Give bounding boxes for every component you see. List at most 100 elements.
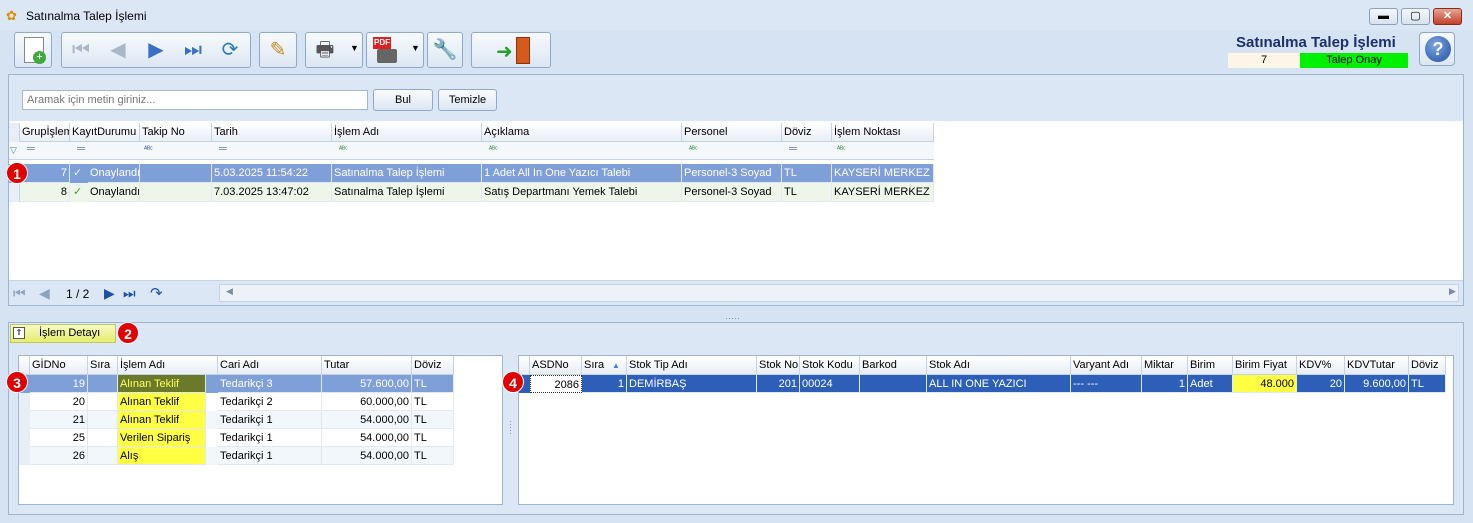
column-header[interactable]: KayıtDurumu: [70, 123, 140, 142]
minimize-button[interactable]: ▬: [1369, 8, 1398, 25]
cell-aciklama: 1 Adet All In One Yazıcı Talebi: [482, 164, 682, 183]
cell-doviz: TL: [412, 429, 454, 447]
filter-icon: ▽: [10, 145, 17, 155]
table-row[interactable]: 2086 1 DEMİRBAŞ 201 00024 ALL IN ONE YAZ…: [519, 375, 1446, 393]
equals-filter-icon: ═: [77, 143, 85, 155]
refresh-page-icon[interactable]: ↷: [150, 284, 163, 302]
find-button[interactable]: Bul: [373, 89, 433, 111]
table-row[interactable]: 7 ✓ Onaylandı 5.03.2025 11:54:22 Satınal…: [9, 164, 934, 183]
column-header[interactable]: Varyant Adı: [1071, 356, 1142, 375]
pdf-export-button[interactable]: PDF ▼: [366, 32, 424, 68]
column-header[interactable]: ASDNo: [530, 356, 582, 375]
table-row[interactable]: 26 Alış Tedarikçi 1 54.000,00 TL: [19, 447, 454, 465]
vertical-splitter-handle[interactable]: · · · · ·: [509, 417, 513, 438]
next-record-icon[interactable]: ▶: [139, 33, 173, 67]
cell-stok-tip: DEMİRBAŞ: [627, 375, 757, 393]
column-header[interactable]: Döviz: [782, 123, 832, 142]
collapse-icon[interactable]: ⇑: [13, 327, 25, 339]
column-header[interactable]: GİDNo: [30, 356, 88, 375]
print-icon: 🖶: [315, 39, 335, 61]
exit-button[interactable]: ➜: [471, 32, 551, 68]
column-header[interactable]: Sıra: [582, 356, 627, 375]
filter-row[interactable]: ▽ ═ ═ ᴬᴮᶜ ═ ᴬᴮᶜ ᴬᴮᶜ ᴬᴮᶜ ═ ᴬᴮᶜ: [9, 142, 934, 160]
column-header[interactable]: KDV%: [1297, 356, 1345, 375]
column-header[interactable]: Tarih: [212, 123, 332, 142]
column-header[interactable]: Cari Adı: [218, 356, 322, 375]
last-record-icon[interactable]: ⏭: [176, 33, 210, 67]
column-header[interactable]: Birim: [1188, 356, 1233, 375]
next-page-icon[interactable]: ▶: [104, 285, 115, 302]
cell-sira: 1: [582, 375, 627, 393]
table-row[interactable]: 21 Alınan Teklif Tedarikçi 1 54.000,00 T…: [19, 411, 454, 429]
column-header[interactable]: GrupİşlemNo: [20, 123, 70, 142]
cell-durum: Onaylandı: [88, 164, 140, 183]
status-badge: Talep Onay: [1300, 53, 1408, 68]
window-title: Satınalma Talep İşlemi: [26, 9, 147, 23]
column-header[interactable]: Birim Fiyat: [1233, 356, 1297, 375]
text-filter-icon: ᴬᴮᶜ: [837, 146, 846, 153]
check-icon: ✓: [73, 186, 83, 198]
close-button[interactable]: ✕: [1433, 8, 1462, 25]
table-row[interactable]: 25 Verilen Sipariş Tedarikçi 1 54.000,00…: [19, 429, 454, 447]
cell-gid: 25: [30, 429, 88, 447]
refresh-icon[interactable]: ⟳: [213, 33, 247, 67]
table-row[interactable]: 19 Alınan Teklif Tedarikçi 3 57.600,00 T…: [19, 375, 454, 393]
column-header[interactable]: Döviz: [1409, 356, 1446, 375]
column-header[interactable]: KDVTutar: [1345, 356, 1409, 375]
print-button[interactable]: 🖶 ▼: [305, 32, 363, 68]
cell-varyant: --- ---: [1071, 375, 1142, 393]
cell-sira: [88, 393, 118, 411]
clear-button[interactable]: Temizle: [438, 89, 497, 111]
column-header[interactable]: Barkod: [860, 356, 927, 375]
column-header[interactable]: İşlem Noktası: [832, 123, 934, 142]
last-page-icon[interactable]: ⏭: [123, 285, 136, 302]
column-header[interactable]: Döviz: [412, 356, 454, 375]
cell-personel: Personel-3 Soyad: [682, 164, 782, 183]
column-header[interactable]: Stok Adı: [927, 356, 1071, 375]
cell-asd[interactable]: 2086: [530, 375, 582, 393]
cell-cari: Tedarikçi 1: [218, 447, 322, 465]
first-record-icon[interactable]: ⏮: [64, 33, 98, 67]
help-button[interactable]: ?: [1419, 32, 1455, 66]
column-header[interactable]: Stok Tip Adı: [627, 356, 757, 375]
tools-icon: 🔧: [432, 39, 458, 61]
column-header[interactable]: Açıklama: [482, 123, 682, 142]
previous-record-icon[interactable]: ◀: [101, 33, 135, 67]
table-row[interactable]: 8 ✓ Onaylandı 7.03.2025 13:47:02 Satınal…: [9, 183, 934, 202]
cell-sira: [88, 447, 118, 465]
column-header[interactable]: İşlem Adı: [118, 356, 218, 375]
cell-stok-adi: ALL IN ONE YAZICI: [927, 375, 1071, 393]
cell-durum: Onaylandı: [88, 183, 140, 202]
edit-button[interactable]: ✎: [259, 32, 297, 68]
cell-sira: [88, 411, 118, 429]
first-page-icon[interactable]: ⏮: [13, 285, 26, 302]
column-header[interactable]: İşlem Adı: [332, 123, 482, 142]
column-header[interactable]: Personel: [682, 123, 782, 142]
cell-gid: 21: [30, 411, 88, 429]
column-header[interactable]: Tutar: [322, 356, 412, 375]
cell-sira: [88, 375, 118, 393]
cell-doviz: TL: [1409, 375, 1446, 393]
new-button[interactable]: +: [14, 32, 52, 68]
scroll-right-icon[interactable]: ▶: [1449, 286, 1456, 297]
column-header[interactable]: Stok No: [757, 356, 800, 375]
scroll-left-icon[interactable]: ◀: [226, 286, 233, 297]
equals-filter-icon: ═: [27, 143, 35, 155]
cell-nokta: KAYSERİ MERKEZ: [832, 183, 934, 202]
column-header[interactable]: Takip No: [140, 123, 212, 142]
horizontal-scrollbar[interactable]: [219, 284, 1459, 302]
column-header[interactable]: Miktar: [1142, 356, 1188, 375]
table-row[interactable]: 20 Alınan Teklif Tedarikçi 2 60.000,00 T…: [19, 393, 454, 411]
cell-tarih: 7.03.2025 13:47:02: [212, 183, 332, 202]
text-filter-icon: ᴬᴮᶜ: [489, 146, 498, 153]
equals-filter-icon: ═: [789, 143, 797, 155]
maximize-button[interactable]: ▢: [1401, 8, 1430, 25]
tab-islem-detayi[interactable]: İşlem Detayı: [10, 324, 116, 343]
cell-tutar: 54.000,00: [322, 429, 412, 447]
tools-button[interactable]: 🔧: [427, 32, 463, 68]
column-header[interactable]: Sıra: [88, 356, 118, 375]
previous-page-icon[interactable]: ◀: [39, 285, 50, 302]
row-indicator: [19, 429, 30, 447]
column-header[interactable]: Stok Kodu: [800, 356, 860, 375]
search-input[interactable]: [22, 90, 368, 110]
